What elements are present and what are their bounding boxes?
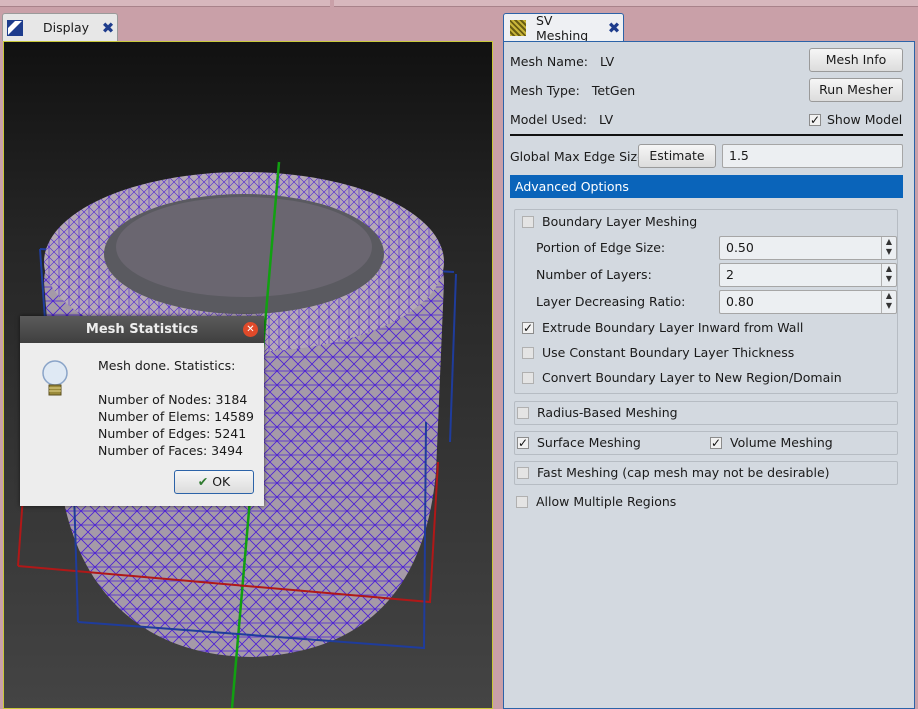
volume-checkbox[interactable]: ✓ Volume Meshing bbox=[710, 435, 833, 450]
layers-spinbox[interactable]: 2 ▲ ▼ bbox=[719, 263, 897, 287]
tab-sv-meshing-label: SV Meshing bbox=[536, 13, 589, 43]
tab-display-label: Display bbox=[43, 20, 90, 35]
spin-arrows-icon[interactable]: ▲ ▼ bbox=[881, 291, 896, 313]
stat-nodes: Number of Nodes: 3184 bbox=[98, 392, 248, 407]
divider bbox=[510, 134, 903, 136]
surface-label: Surface Meshing bbox=[537, 435, 641, 450]
close-icon[interactable]: ✖ bbox=[605, 19, 623, 37]
ratio-value: 0.80 bbox=[726, 294, 754, 309]
display-icon bbox=[7, 19, 23, 36]
mesh-icon bbox=[510, 20, 526, 36]
portion-value: 0.50 bbox=[726, 240, 754, 255]
checkbox-unchecked[interactable] bbox=[522, 371, 534, 384]
run-mesher-button[interactable]: Run Mesher bbox=[809, 78, 903, 102]
multiple-regions-checkbox[interactable]: Allow Multiple Regions bbox=[516, 494, 676, 509]
sv-meshing-panel: Mesh Name: LV Mesh Info Mesh Type: TetGe… bbox=[503, 41, 915, 709]
convert-layer-label: Convert Boundary Layer to New Region/Dom… bbox=[542, 370, 842, 385]
advanced-options-header[interactable]: Advanced Options bbox=[510, 175, 903, 198]
show-model-checkbox[interactable]: ✓ Show Model bbox=[809, 112, 902, 127]
spin-arrows-icon[interactable]: ▲ ▼ bbox=[881, 237, 896, 259]
portion-label: Portion of Edge Size: bbox=[536, 240, 666, 255]
checkbox-unchecked[interactable] bbox=[517, 466, 529, 479]
constant-thickness-label: Use Constant Boundary Layer Thickness bbox=[542, 345, 795, 360]
model-used-label: Model Used: bbox=[510, 112, 588, 127]
checkbox-checked[interactable]: ✓ bbox=[809, 113, 821, 126]
extrude-label: Extrude Boundary Layer Inward from Wall bbox=[542, 320, 804, 335]
model-used-value: LV bbox=[599, 112, 614, 127]
spin-arrows-icon[interactable]: ▲ ▼ bbox=[881, 264, 896, 286]
fast-checkbox[interactable]: Fast Meshing (cap mesh may not be desira… bbox=[517, 465, 830, 480]
surface-checkbox[interactable]: ✓ Surface Meshing bbox=[517, 435, 641, 450]
extrude-checkbox[interactable]: ✓ Extrude Boundary Layer Inward from Wal… bbox=[522, 320, 803, 335]
ok-label: OK bbox=[212, 474, 231, 489]
layers-value: 2 bbox=[726, 267, 734, 282]
radius-checkbox[interactable]: Radius-Based Meshing bbox=[517, 405, 678, 420]
show-model-label: Show Model bbox=[827, 112, 903, 127]
checkbox-unchecked[interactable] bbox=[522, 346, 534, 359]
mesh-type-value: TetGen bbox=[591, 83, 636, 98]
checkbox-unchecked[interactable] bbox=[517, 406, 529, 419]
close-icon[interactable]: ✕ bbox=[243, 322, 258, 337]
checkbox-unchecked[interactable] bbox=[516, 495, 528, 508]
radius-label: Radius-Based Meshing bbox=[537, 405, 678, 420]
multiple-regions-label: Allow Multiple Regions bbox=[536, 494, 677, 509]
ratio-label: Layer Decreasing Ratio: bbox=[536, 294, 686, 309]
layers-label: Number of Layers: bbox=[536, 267, 652, 282]
checkbox-checked[interactable]: ✓ bbox=[517, 436, 529, 449]
constant-thickness-checkbox[interactable]: Use Constant Boundary Layer Thickness bbox=[522, 345, 794, 360]
mesh-name-value: LV bbox=[599, 54, 615, 69]
fast-label: Fast Meshing (cap mesh may not be desira… bbox=[537, 465, 830, 480]
tab-display[interactable]: Display ✖ bbox=[2, 13, 118, 41]
tab-sv-meshing[interactable]: SV Meshing ✖ bbox=[503, 13, 624, 43]
mesh-info-button[interactable]: Mesh Info bbox=[809, 48, 903, 72]
ok-icon: ✔ bbox=[197, 474, 209, 489]
mesh-statistics-dialog[interactable]: Mesh Statistics ✕ Mesh done. Statistics:… bbox=[20, 316, 264, 506]
dialog-title: Mesh Statistics bbox=[85, 322, 199, 337]
stat-faces: Number of Faces: 3494 bbox=[98, 443, 243, 458]
checkbox-checked[interactable]: ✓ bbox=[522, 321, 534, 334]
ok-button[interactable]: ✔ OK bbox=[174, 470, 254, 494]
stat-elems: Number of Elems: 14589 bbox=[98, 409, 254, 424]
boundary-layer-checkbox[interactable]: Boundary Layer Meshing bbox=[522, 214, 697, 229]
convert-layer-checkbox[interactable]: Convert Boundary Layer to New Region/Dom… bbox=[522, 370, 842, 385]
dialog-header-text: Mesh done. Statistics: bbox=[98, 358, 236, 373]
checkbox-checked[interactable]: ✓ bbox=[710, 436, 722, 449]
dialog-titlebar[interactable]: Mesh Statistics ✕ bbox=[20, 316, 264, 343]
edge-size-label: Global Max Edge Size: bbox=[510, 149, 649, 164]
estimate-button[interactable]: Estimate bbox=[638, 144, 716, 168]
mesh-name-label: Mesh Name: bbox=[510, 54, 588, 69]
stat-edges: Number of Edges: 5241 bbox=[98, 426, 247, 441]
portion-spinbox[interactable]: 0.50 ▲ ▼ bbox=[719, 236, 897, 260]
ratio-spinbox[interactable]: 0.80 ▲ ▼ bbox=[719, 290, 897, 314]
close-icon[interactable]: ✖ bbox=[99, 19, 117, 37]
checkbox-unchecked[interactable] bbox=[522, 215, 534, 228]
mesh-type-label: Mesh Type: bbox=[510, 83, 580, 98]
boundary-layer-label: Boundary Layer Meshing bbox=[542, 214, 698, 229]
volume-label: Volume Meshing bbox=[730, 435, 833, 450]
lightbulb-icon bbox=[40, 358, 70, 402]
edge-size-input[interactable]: 1.5 bbox=[722, 144, 903, 168]
